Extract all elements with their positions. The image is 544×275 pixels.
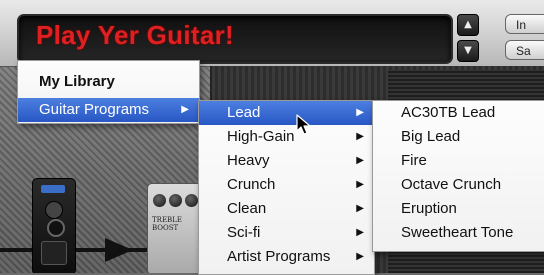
- preset-up-arrow-icon[interactable]: ▲: [457, 14, 479, 36]
- menu-item-label: Artist Programs: [227, 248, 331, 265]
- preset-title: Play Yer Guitar!: [36, 20, 234, 50]
- pedal-knob[interactable]: [169, 194, 182, 207]
- submenu-arrow-icon: ▶: [356, 107, 364, 118]
- menu-item-clean[interactable]: Clean ▶: [199, 197, 374, 221]
- submenu-arrow-icon: ▶: [356, 251, 364, 262]
- tuner-pedal-footswitch[interactable]: [41, 241, 67, 265]
- menu-item-artist-programs[interactable]: Artist Programs ▶: [199, 245, 374, 269]
- menu-item-sweetheart-tone[interactable]: Sweetheart Tone: [373, 221, 544, 245]
- menu-item-heavy[interactable]: Heavy ▶: [199, 149, 374, 173]
- save-button[interactable]: Sa: [505, 40, 544, 60]
- menu-item-big-lead[interactable]: Big Lead: [373, 125, 544, 149]
- preset-display: Play Yer Guitar!: [17, 14, 453, 64]
- menu-item-label: Lead: [227, 104, 261, 121]
- menu-item-high-gain[interactable]: High-Gain ▶: [199, 125, 374, 149]
- submenu-arrow-icon: ▶: [356, 155, 364, 166]
- menu-item-crunch[interactable]: Crunch ▶: [199, 173, 374, 197]
- menu-item-sci-fi[interactable]: Sci-fi ▶: [199, 221, 374, 245]
- menu-item-label: Guitar Programs: [39, 101, 150, 118]
- info-button[interactable]: In: [505, 14, 544, 34]
- pedal-label: TREBLE BOOST: [152, 216, 182, 232]
- tuner-pedal[interactable]: [32, 178, 76, 273]
- guitar-programs-menu: Lead ▶ High-Gain ▶ Heavy ▶ Crunch ▶ Clea…: [198, 100, 375, 275]
- lead-presets-menu: AC30TB Lead Big Lead Fire Octave Crunch …: [372, 100, 544, 252]
- menu-item-label: Heavy: [227, 152, 270, 169]
- library-menu-header[interactable]: My Library: [18, 70, 199, 94]
- menu-item-label: High-Gain: [227, 128, 295, 145]
- menu-item-guitar-programs[interactable]: Guitar Programs ▶: [18, 98, 199, 122]
- submenu-arrow-icon: ▶: [356, 203, 364, 214]
- menu-item-eruption[interactable]: Eruption: [373, 197, 544, 221]
- menu-item-lead[interactable]: Lead ▶: [199, 101, 374, 125]
- pedal-knob[interactable]: [153, 194, 166, 207]
- submenu-arrow-icon: ▶: [181, 104, 189, 115]
- menu-item-label: Crunch: [227, 176, 276, 193]
- signal-arrow-icon: [105, 238, 133, 262]
- menu-item-label: Clean: [227, 200, 267, 217]
- menu-item-label: Sci-fi: [227, 224, 261, 241]
- submenu-arrow-icon: ▶: [356, 131, 364, 142]
- pedal-knob[interactable]: [185, 194, 198, 207]
- tuner-pedal-badge: [41, 185, 65, 193]
- menu-item-octave-crunch[interactable]: Octave Crunch: [373, 173, 544, 197]
- menu-item-fire[interactable]: Fire: [373, 149, 544, 173]
- library-menu: My Library Guitar Programs ▶: [17, 60, 200, 124]
- submenu-arrow-icon: ▶: [356, 179, 364, 190]
- tuner-pedal-jack: [47, 219, 65, 237]
- preset-down-arrow-icon[interactable]: ▼: [457, 40, 479, 62]
- menu-item-ac30tb-lead[interactable]: AC30TB Lead: [373, 101, 544, 125]
- submenu-arrow-icon: ▶: [356, 227, 364, 238]
- treble-boost-pedal[interactable]: TREBLE BOOST: [147, 183, 205, 273]
- arrow-cursor-icon: [296, 114, 311, 135]
- tuner-pedal-knob[interactable]: [45, 201, 63, 219]
